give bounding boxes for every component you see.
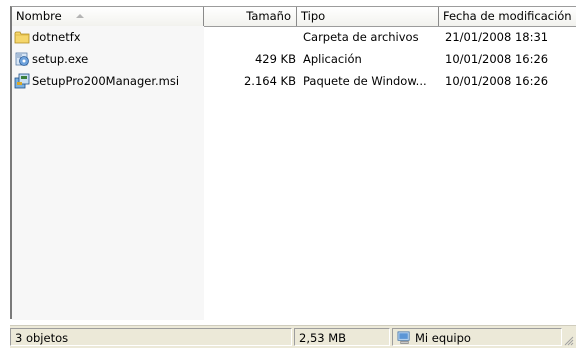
sorted-column-highlight bbox=[12, 26, 204, 320]
file-type: Aplicación bbox=[303, 52, 362, 66]
status-object-count: 3 objetos bbox=[10, 328, 292, 346]
file-date: 10/01/2008 16:26 bbox=[445, 74, 549, 88]
column-header-date[interactable]: Fecha de modificación bbox=[439, 7, 576, 26]
file-row-setuppro-msi[interactable]: SetupPro200Manager.msi 2.164 KB Paquete … bbox=[12, 72, 576, 90]
file-name: dotnetfx bbox=[32, 30, 81, 44]
file-type: Paquete de Window... bbox=[303, 74, 427, 88]
file-size: 2.164 KB bbox=[243, 74, 296, 88]
column-header-bar: Nombre Tamaño Tipo Fecha de modificación bbox=[12, 7, 576, 27]
file-name-cell: setup.exe bbox=[14, 50, 204, 68]
file-name: setup.exe bbox=[32, 52, 89, 66]
file-row-dotnetfx[interactable]: dotnetfx Carpeta de archivos 21/01/2008 … bbox=[12, 28, 576, 46]
resize-grip-icon[interactable] bbox=[564, 336, 574, 346]
file-date: 21/01/2008 18:31 bbox=[445, 30, 549, 44]
column-header-name[interactable]: Nombre bbox=[12, 7, 204, 26]
column-name-label: Nombre bbox=[16, 9, 62, 23]
status-total-size: 2,53 MB bbox=[294, 328, 390, 346]
file-type: Carpeta de archivos bbox=[303, 30, 419, 44]
column-date-label: Fecha de modificación bbox=[443, 9, 572, 23]
file-date: 10/01/2008 16:26 bbox=[445, 52, 549, 66]
status-location: Mi equipo bbox=[392, 328, 562, 346]
file-size bbox=[204, 28, 296, 46]
column-header-type[interactable]: Tipo bbox=[297, 7, 439, 26]
msi-package-icon bbox=[14, 73, 30, 89]
status-bar: 3 objetos 2,53 MB Mi equipo bbox=[10, 325, 576, 348]
status-location-label: Mi equipo bbox=[415, 331, 471, 345]
sort-ascending-icon bbox=[75, 13, 84, 18]
file-name-cell: SetupPro200Manager.msi bbox=[14, 72, 204, 90]
column-type-label: Tipo bbox=[301, 9, 326, 23]
column-size-label: Tamaño bbox=[246, 9, 291, 23]
file-name: SetupPro200Manager.msi bbox=[32, 74, 180, 88]
file-name-cell: dotnetfx bbox=[14, 28, 204, 46]
file-row-setup-exe[interactable]: setup.exe 429 KB Aplicación 10/01/2008 1… bbox=[12, 50, 576, 68]
column-header-size[interactable]: Tamaño bbox=[204, 7, 297, 26]
my-computer-icon bbox=[397, 331, 410, 344]
file-list-view[interactable]: Nombre Tamaño Tipo Fecha de modificación… bbox=[10, 6, 576, 320]
setup-exe-icon bbox=[15, 52, 29, 66]
file-size: 429 KB bbox=[254, 52, 296, 66]
folder-icon bbox=[14, 31, 30, 44]
